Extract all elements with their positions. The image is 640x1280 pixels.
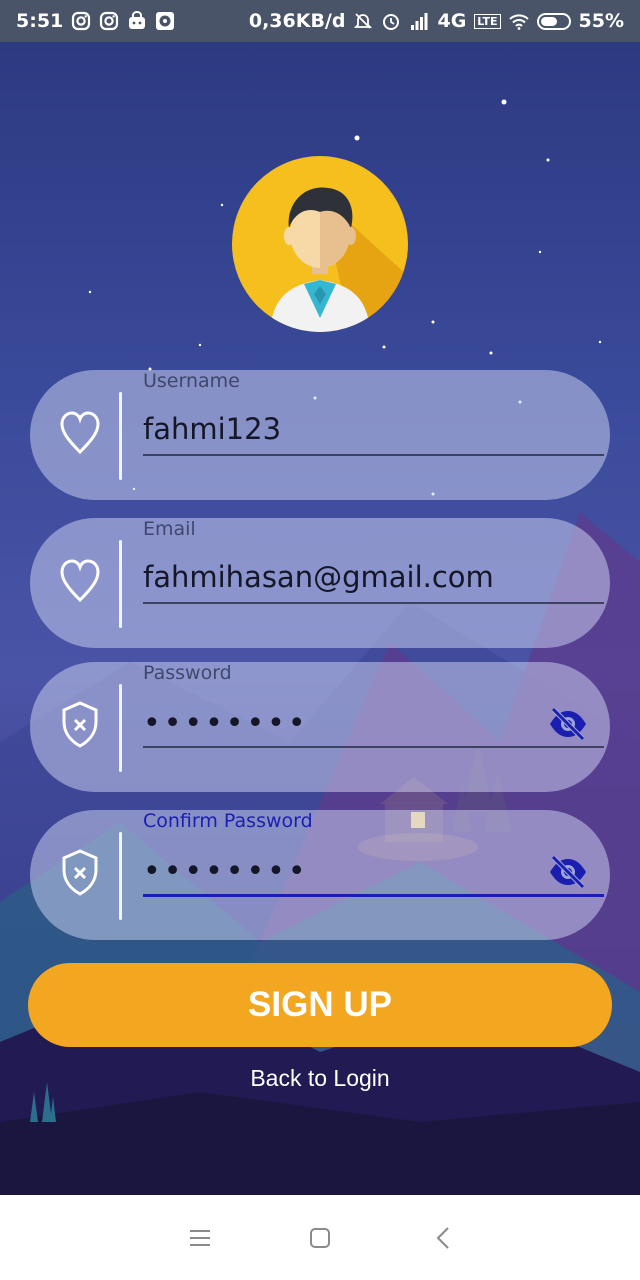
- shield-icon: [62, 849, 98, 896]
- back-icon[interactable]: [427, 1221, 461, 1255]
- instagram-icon: [72, 11, 91, 31]
- confirm-password-label: Confirm Password: [143, 810, 313, 832]
- music-icon: [156, 12, 175, 30]
- username-label: Username: [143, 370, 240, 392]
- username-underline: [143, 454, 604, 456]
- confirm-password-underline: [143, 894, 604, 897]
- field-divider: [119, 832, 122, 920]
- username-field: Username fahmi123: [30, 370, 610, 500]
- network-speed: 0,36KB/d: [248, 10, 346, 32]
- confirm-password-input[interactable]: ••••••••: [143, 854, 309, 889]
- eye-off-icon[interactable]: [548, 704, 588, 744]
- status-left: 5:51: [16, 10, 175, 32]
- menu-icon[interactable]: [183, 1221, 217, 1255]
- battery-icon: [536, 12, 571, 30]
- heart-icon: [60, 411, 100, 455]
- confirm-password-field: Confirm Password ••••••••: [30, 810, 610, 940]
- email-label: Email: [143, 518, 196, 540]
- password-field: Password ••••••••: [30, 662, 610, 792]
- password-label: Password: [143, 662, 232, 684]
- signup-screen: Username fahmi123 Email fahmihasan@gmail…: [0, 42, 640, 1195]
- alarm-icon: [383, 14, 400, 30]
- email-underline: [143, 602, 604, 604]
- wifi-icon: [508, 14, 529, 30]
- back-to-login-link[interactable]: Back to Login: [0, 1065, 640, 1092]
- avatar: [232, 156, 408, 332]
- password-underline: [143, 746, 604, 748]
- network-type: 4G: [437, 10, 467, 32]
- field-divider: [119, 540, 122, 628]
- signal-icon: [411, 13, 428, 30]
- volte-badge: LTE: [474, 13, 501, 29]
- shield-icon: [62, 701, 98, 748]
- shopping-icon: [129, 11, 146, 29]
- battery-level: 55%: [578, 10, 624, 32]
- instagram-icon: [100, 11, 119, 31]
- field-divider: [119, 392, 122, 480]
- username-input[interactable]: fahmi123: [143, 412, 281, 446]
- status-right: 0,36KB/d 4G LTE 55%: [249, 10, 624, 32]
- signup-button[interactable]: SIGN UP: [28, 963, 612, 1047]
- user-avatar-icon: [270, 187, 408, 332]
- home-icon[interactable]: [303, 1221, 337, 1255]
- status-time: 5:51: [16, 10, 64, 32]
- field-divider: [119, 684, 122, 772]
- email-input[interactable]: fahmihasan@gmail.com: [143, 560, 494, 594]
- password-input[interactable]: ••••••••: [143, 706, 309, 741]
- status-bar: 5:51 0,36KB/d 4G LTE 55%: [0, 0, 640, 42]
- navigation-bar: [0, 1195, 640, 1280]
- eye-off-icon[interactable]: [548, 852, 588, 892]
- notifications-muted-icon: [354, 13, 373, 29]
- email-field: Email fahmihasan@gmail.com: [30, 518, 610, 648]
- heart-icon: [60, 559, 100, 603]
